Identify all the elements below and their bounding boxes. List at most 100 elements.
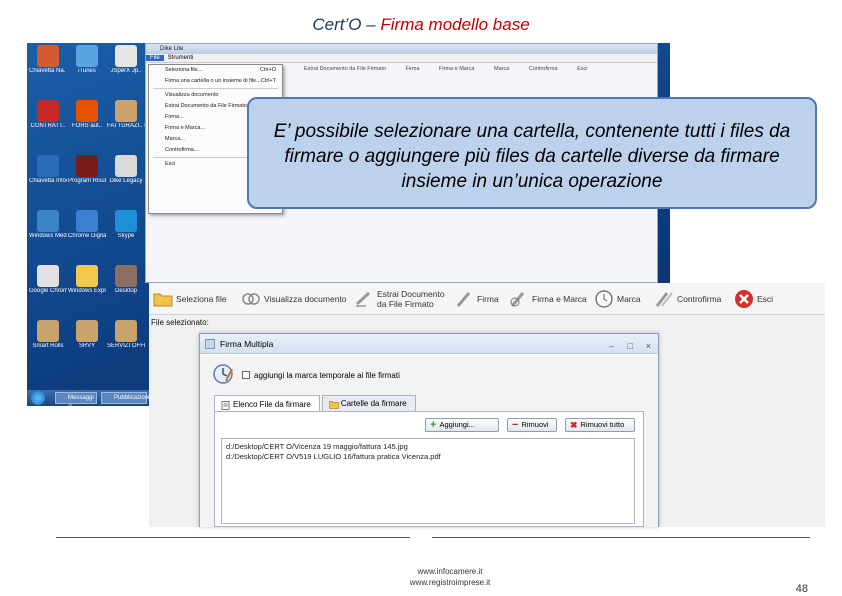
desktop-icon-label: SERVIZI OFFERTE xyxy=(107,343,145,349)
list-item[interactable]: d:/Desktop/CERT O/V519 LUGLIO 16/fattura… xyxy=(226,452,630,462)
small-toolbar-marca[interactable]: Marca xyxy=(494,66,509,72)
timestamp-checkbox[interactable] xyxy=(242,371,250,379)
toolbar-marca[interactable]: Marca xyxy=(594,287,641,311)
desktop-icon[interactable]: Skype xyxy=(107,210,145,240)
slide-title-product: Cert’O – xyxy=(312,15,381,34)
small-toolbar-esci[interactable]: Esci xyxy=(577,66,587,72)
small-toolbar-firma[interactable]: Firma xyxy=(405,66,419,72)
menu-strumenti[interactable]: Strumenti xyxy=(164,55,198,61)
desktop-icon[interactable]: Chiavetta Na. Stella xyxy=(29,45,67,75)
small-toolbar-estrai[interactable]: Estrai Documento da File Firmato xyxy=(304,66,386,72)
maximize-icon[interactable]: □ xyxy=(628,336,633,356)
minimize-icon[interactable]: – xyxy=(609,336,614,356)
taskbar-item[interactable]: Pubblicazioni xyxy=(101,392,149,404)
desktop-icon-label: Chrome Digitale xyxy=(68,233,106,239)
timestamp-checkbox-label: aggiungi la marca temporale ai file firm… xyxy=(254,370,400,380)
desktop-icon[interactable]: Chiavetta Infocert xyxy=(29,155,67,185)
dialog-body: aggiungi la marca temporale ai file firm… xyxy=(200,355,658,527)
file-list-icon xyxy=(221,400,230,410)
desktop-icon[interactable]: Desktop xyxy=(107,265,145,295)
menu-separator xyxy=(153,88,278,89)
footer-link-infocamere[interactable]: www.infocamere.it xyxy=(0,566,842,577)
desktop-icon[interactable]: FATTURAZI.. ELETTRONI.. xyxy=(107,100,145,130)
folder-icon xyxy=(153,289,173,309)
pdf-icon xyxy=(37,100,59,122)
footer-divider-right xyxy=(432,537,810,538)
window-icon xyxy=(205,339,215,349)
desktop-icon-label: Chiavetta Infocert xyxy=(29,178,67,184)
taskbar-item[interactable]: Messaggi C.. xyxy=(55,392,97,406)
menu-item-seleziona-file[interactable]: Seleziona file... Ctrl+O xyxy=(149,65,282,76)
menu-item-firma-cartella[interactable]: Firma una cartella o un insieme di file.… xyxy=(149,76,282,87)
start-button[interactable] xyxy=(31,391,45,405)
toolbar-controfirma[interactable]: Controfirma xyxy=(654,287,721,311)
desktop-icon[interactable]: iTunes xyxy=(68,45,106,75)
remove-button[interactable]: − Rimuovi xyxy=(507,418,557,432)
desktop-icon-label: Google Chrome xyxy=(29,288,67,294)
folder-icon xyxy=(115,100,137,122)
desktop-icon[interactable]: Chrome Digitale xyxy=(68,210,106,240)
desktop-icon-label: CONTRATT.. xyxy=(30,123,66,129)
desktop-icon-label: iTunes xyxy=(78,68,96,74)
toolbar-esci[interactable]: Esci xyxy=(734,287,773,311)
desktop-icon[interactable]: JSperX Jp.. xyxy=(107,45,145,75)
toolbar-seleziona-file[interactable]: Seleziona file xyxy=(153,287,227,311)
minus-icon: − xyxy=(512,419,519,431)
app-icon xyxy=(76,210,98,232)
app-icon xyxy=(115,265,137,287)
dike-small-toolbar: Estrai Documento da File Firmato Firma F… xyxy=(304,66,606,72)
menu-file[interactable]: File xyxy=(146,55,164,61)
small-toolbar-controfirma[interactable]: Controfirma xyxy=(529,66,558,72)
desktop-icon[interactable]: SRVY xyxy=(68,320,106,350)
tab-cartelle[interactable]: Cartelle da firmare xyxy=(321,395,416,411)
pen-icon xyxy=(454,289,474,309)
small-toolbar-firma-marca[interactable]: Firma e Marca xyxy=(439,66,474,72)
callout-text: E’ possibile selezionare una cartella, c… xyxy=(273,121,791,192)
desktop-icon-label: Dike Legacy xyxy=(109,178,143,184)
plus-icon: + xyxy=(430,419,437,431)
desktop-icon[interactable]: FORS aut.. xyxy=(68,100,106,130)
footer-urls: www.infocamere.it www.registroimprese.it xyxy=(0,566,842,588)
desktop-icon[interactable]: Dike Legacy xyxy=(107,155,145,185)
list-item[interactable]: d:/Desktop/CERT O/Vicenza 19 maggio/fatt… xyxy=(226,442,630,452)
dialog-tabs: Elenco File da firmare Cartelle da firma… xyxy=(214,395,418,412)
desktop-icon-label: Desktop xyxy=(114,288,137,294)
app-icon xyxy=(76,100,98,122)
add-button[interactable]: + Aggiungi... xyxy=(425,418,499,432)
dike-window-title: Dike Lite xyxy=(146,44,657,54)
firma-multipla-dialog: Firma Multipla – □ × aggiungi la marca t… xyxy=(199,333,659,527)
toolbar-visualizza-documento[interactable]: Visualizza documento xyxy=(241,287,347,311)
clock-icon xyxy=(594,289,614,309)
desktop-icon[interactable]: Windows Explorer xyxy=(68,265,106,295)
desktop-icon[interactable]: SERVIZI OFFERTE xyxy=(107,320,145,350)
toolbar-firma-marca[interactable]: Firma e Marca xyxy=(509,287,587,311)
usb-icon xyxy=(115,155,137,177)
tab-elenco-file[interactable]: Elenco File da firmare xyxy=(214,395,320,412)
desktop-icon-label: Windows Explorer xyxy=(68,288,106,294)
skype-icon xyxy=(115,210,137,232)
desktop-icon[interactable]: Smart Rolls xyxy=(29,320,67,350)
toolbar-estrai-documento[interactable]: Estrai Documento da File Firmato xyxy=(354,287,445,311)
remove-all-button[interactable]: ✖ Rimuovi tutto xyxy=(565,418,635,432)
slide-title: Cert’O – Firma modello base xyxy=(0,15,842,35)
desktop-icon[interactable]: CONTRATT.. xyxy=(29,100,67,130)
exit-icon xyxy=(734,289,754,309)
app-icon xyxy=(76,155,98,177)
pen-clock-icon xyxy=(509,289,529,309)
dialog-titlebar: Firma Multipla – □ × xyxy=(200,334,658,354)
folder-icon xyxy=(37,45,59,67)
folder-icon xyxy=(115,320,137,342)
file-list[interactable]: d:/Desktop/CERT O/Vicenza 19 maggio/fatt… xyxy=(221,438,635,524)
page-number: 48 xyxy=(795,583,808,595)
desktop-icon[interactable]: Program Risultati.. xyxy=(68,155,106,185)
desktop-icon-label: JSperX Jp.. xyxy=(110,68,142,74)
callout-box: E’ possibile selezionare una cartella, c… xyxy=(247,97,817,209)
desktop-icon[interactable]: Windows Media Player xyxy=(29,210,67,240)
close-icon[interactable]: × xyxy=(646,336,651,356)
footer-divider-left xyxy=(56,537,410,538)
footer-link-registroimprese[interactable]: www.registroimprese.it xyxy=(0,577,842,588)
desktop-icon-label: Windows Media Player xyxy=(29,233,67,239)
folder-icon xyxy=(76,320,98,342)
toolbar-firma[interactable]: Firma xyxy=(454,287,499,311)
desktop-icon[interactable]: Google Chrome xyxy=(29,265,67,295)
